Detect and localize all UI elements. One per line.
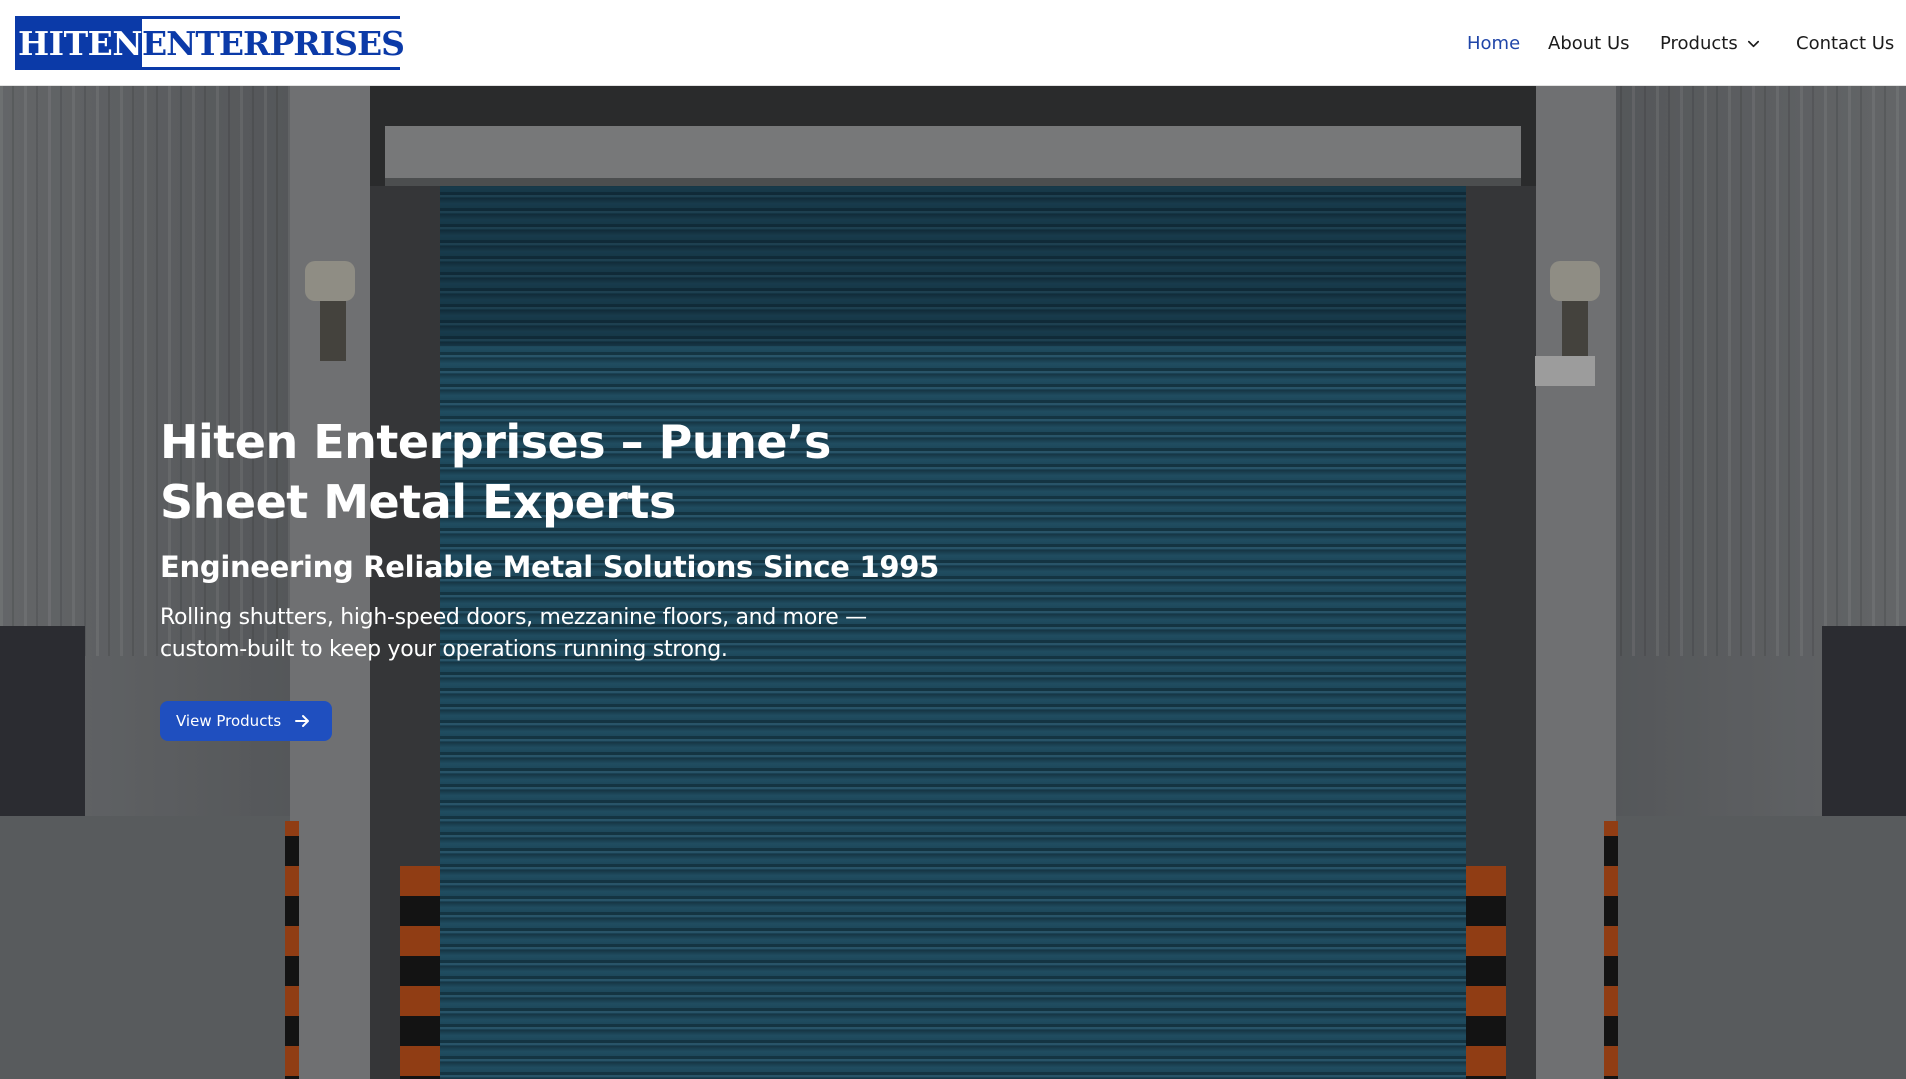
logo[interactable]: HITEN ENTERPRISES xyxy=(15,16,405,70)
chevron-down-icon xyxy=(1747,40,1759,47)
logo-text-right: ENTERPRISES xyxy=(142,19,405,67)
hero-description: Rolling shutters, high-speed doors, mezz… xyxy=(160,605,867,662)
site-header: HITEN ENTERPRISES Home About Us Products… xyxy=(0,0,1906,86)
view-products-label: View Products xyxy=(176,712,282,730)
nav-contact-us[interactable]: Contact Us xyxy=(1796,33,1894,54)
nav-products[interactable]: Products xyxy=(1660,33,1761,54)
hero-section: Hiten Enterprises – Pune’s Sheet Metal E… xyxy=(0,86,1906,1079)
nav-about-label: About Us xyxy=(1548,32,1630,54)
arrow-right-icon xyxy=(295,715,310,727)
hero-title: Hiten Enterprises – Pune’s Sheet Metal E… xyxy=(160,415,831,529)
nav-about-us[interactable]: About Us xyxy=(1548,33,1630,54)
hero-content: Hiten Enterprises – Pune’s Sheet Metal E… xyxy=(160,412,980,741)
view-products-button[interactable]: View Products xyxy=(160,701,332,741)
nav-home-label: Home xyxy=(1467,32,1521,54)
logo-text-left: HITEN xyxy=(18,23,143,63)
hero-subtitle: Engineering Reliable Metal Solutions Sin… xyxy=(160,550,939,584)
nav-home[interactable]: Home xyxy=(1467,33,1520,54)
nav-contact-label: Contact Us xyxy=(1796,32,1895,54)
nav-products-label: Products xyxy=(1660,32,1738,54)
